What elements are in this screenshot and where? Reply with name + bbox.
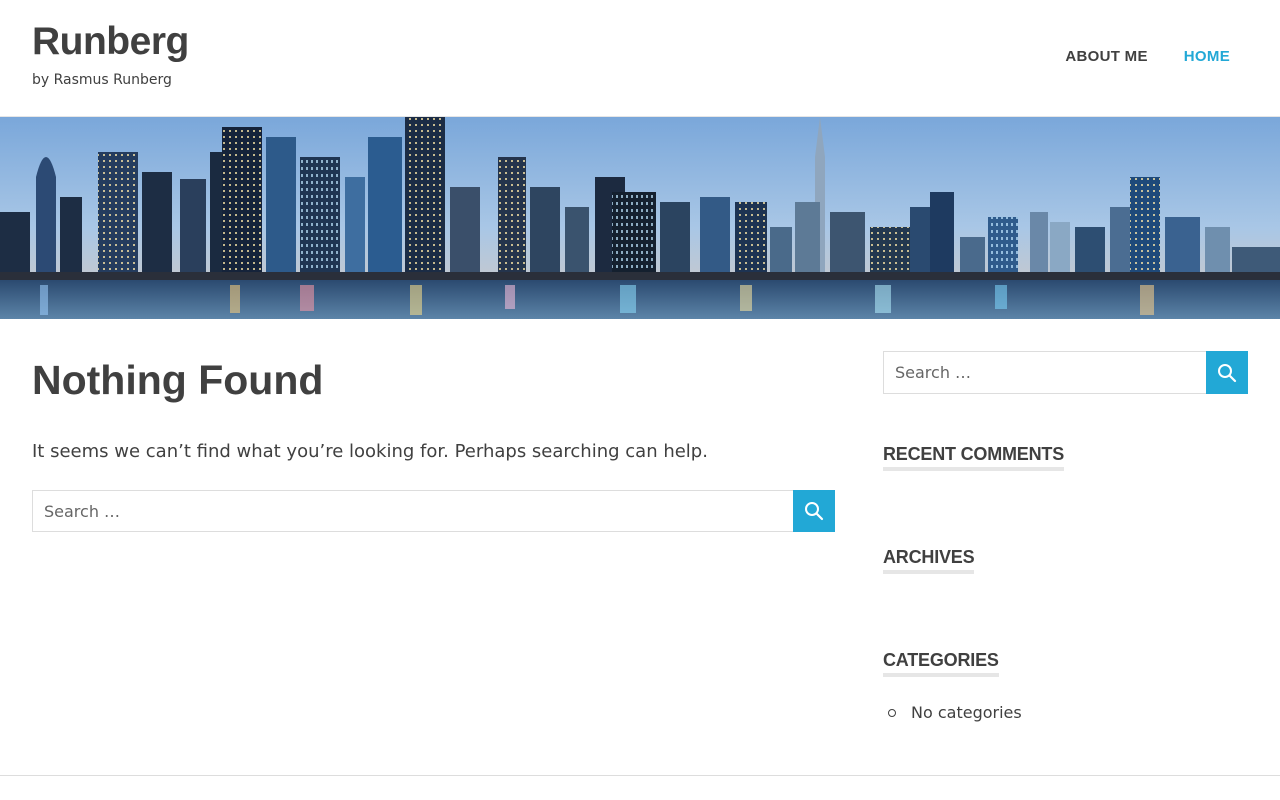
widget-archives: ARCHIVES bbox=[883, 547, 975, 574]
main-content: Nothing Found It seems we can’t find wha… bbox=[32, 352, 835, 532]
widget-recent-comments: RECENT COMMENTS bbox=[883, 444, 1064, 471]
widget-title-categories: CATEGORIES bbox=[883, 650, 999, 677]
footer-divider bbox=[0, 775, 1280, 776]
search-icon bbox=[805, 502, 824, 521]
sidebar-search-form bbox=[883, 351, 1248, 394]
nav-item-home[interactable]: HOME bbox=[1184, 48, 1230, 65]
nav-item-about-me[interactable]: ABOUT ME bbox=[1065, 48, 1147, 65]
main-search-input[interactable] bbox=[32, 490, 794, 532]
main-search-form bbox=[32, 490, 835, 532]
main-navigation: ABOUT ME HOME bbox=[1065, 48, 1230, 65]
widget-title-recent-comments: RECENT COMMENTS bbox=[883, 444, 1064, 471]
sidebar-search-input[interactable] bbox=[883, 351, 1207, 394]
search-icon bbox=[1218, 363, 1237, 382]
main-search-button[interactable] bbox=[793, 490, 835, 532]
widget-categories: CATEGORIES No categories bbox=[883, 650, 1022, 723]
site-header: Runberg by Rasmus Runberg ABOUT ME HOME bbox=[0, 0, 1280, 117]
not-found-message: It seems we can’t find what you’re looki… bbox=[32, 441, 708, 462]
list-item: No categories bbox=[883, 703, 1022, 723]
header-banner-image bbox=[0, 117, 1280, 319]
sidebar: RECENT COMMENTS ARCHIVES CATEGORIES No c… bbox=[883, 351, 1248, 722]
page-title: Nothing Found bbox=[32, 357, 324, 403]
sidebar-search-button[interactable] bbox=[1206, 351, 1248, 394]
site-description: by Rasmus Runberg bbox=[32, 72, 172, 88]
site-title[interactable]: Runberg bbox=[32, 20, 189, 64]
categories-list: No categories bbox=[883, 703, 1022, 723]
widget-title-archives: ARCHIVES bbox=[883, 547, 975, 574]
